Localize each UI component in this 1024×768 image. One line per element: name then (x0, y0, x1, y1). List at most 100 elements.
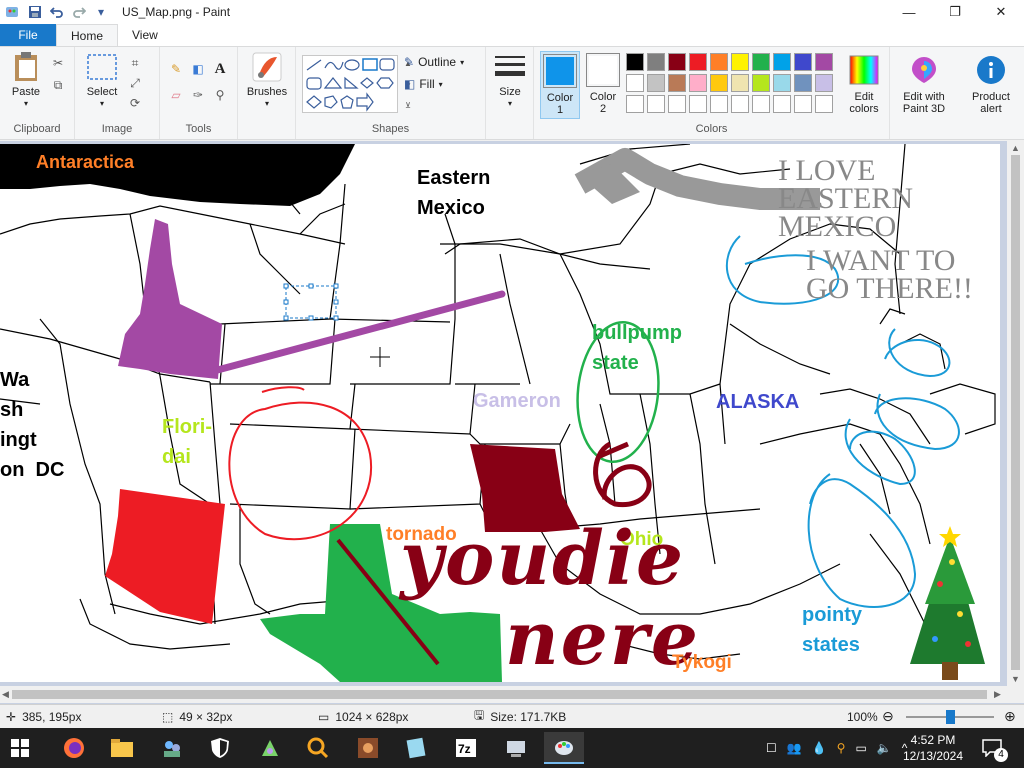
redo-icon[interactable] (70, 3, 88, 21)
copy-icon[interactable]: ⧉ (50, 77, 66, 93)
customize-qat-icon[interactable]: ▾ (92, 3, 110, 21)
maximize-button[interactable]: ❐ (932, 0, 978, 24)
paste-button[interactable]: Paste ▾ (8, 51, 44, 110)
palette-swatch[interactable] (626, 53, 644, 71)
palette-swatch[interactable] (710, 53, 728, 71)
tray-network-icon[interactable]: ▭ (855, 741, 866, 755)
color1-button[interactable]: Color 1 (540, 51, 580, 119)
palette-swatch[interactable] (647, 95, 665, 113)
pencil-icon[interactable]: ✎ (168, 61, 184, 77)
brushes-button[interactable]: Brushes ▾ (244, 51, 290, 110)
palette-swatch[interactable] (710, 95, 728, 113)
palette-swatch[interactable] (773, 74, 791, 92)
edit-colors-button[interactable]: Edit colors (844, 53, 884, 115)
palette-swatch[interactable] (731, 95, 749, 113)
tray-square-icon[interactable]: ☐ (766, 741, 777, 755)
horizontal-scroll-thumb[interactable] (12, 690, 987, 699)
tab-file[interactable]: File (0, 24, 56, 46)
resize-icon[interactable]: ⤢ (127, 75, 143, 91)
brushes-dropdown-icon[interactable]: ▾ (265, 98, 269, 110)
app-icon-computer[interactable] (496, 732, 536, 764)
palette-swatch[interactable] (752, 53, 770, 71)
eraser-icon[interactable]: ▱ (168, 87, 184, 103)
scroll-up-icon[interactable]: ▲ (1011, 143, 1020, 153)
save-icon[interactable] (26, 3, 44, 21)
minimize-button[interactable]: — (886, 0, 932, 24)
palette-swatch[interactable] (668, 95, 686, 113)
palette-swatch[interactable] (794, 74, 812, 92)
palette-swatch[interactable] (815, 74, 833, 92)
cut-icon[interactable]: ✂ (50, 55, 66, 71)
start-button[interactable] (0, 732, 40, 764)
notification-center-button[interactable]: 4 (982, 728, 1008, 768)
palette-swatch[interactable] (815, 95, 833, 113)
text-tool-icon[interactable]: A (212, 61, 228, 77)
zoom-out-icon[interactable]: ⊖ (882, 708, 894, 725)
scroll-down-icon[interactable]: ▼ (1011, 674, 1020, 684)
color2-button[interactable]: Color 2 (584, 53, 622, 115)
palette-swatch[interactable] (647, 74, 665, 92)
select-button[interactable]: Select ▾ (83, 51, 121, 110)
tray-drop-icon[interactable]: 💧 (812, 741, 827, 755)
vertical-scrollbar[interactable]: ▲ ▼ (1007, 141, 1024, 686)
app-icon-notes[interactable] (396, 732, 436, 764)
palette-swatch[interactable] (794, 53, 812, 71)
shield-icon[interactable] (200, 732, 240, 764)
shapes-expand-icon[interactable]: ⊻ (400, 97, 416, 113)
tab-view[interactable]: View (118, 24, 172, 46)
magnifier-icon[interactable]: ⚲ (212, 87, 228, 103)
paste-dropdown-icon[interactable]: ▾ (24, 98, 28, 110)
palette-swatch[interactable] (689, 74, 707, 92)
app-icon-green[interactable] (250, 732, 290, 764)
palette-swatch[interactable] (689, 95, 707, 113)
shapes-gallery[interactable] (302, 55, 398, 113)
fill-button[interactable]: ◧ Fill ▾ (404, 77, 443, 91)
horizontal-scrollbar[interactable]: ◀ ▶ (0, 686, 1024, 703)
file-explorer-icon[interactable] (102, 732, 142, 764)
tab-home[interactable]: Home (56, 24, 119, 46)
vertical-scroll-thumb[interactable] (1011, 155, 1020, 670)
tray-volume-icon[interactable]: 🔈 (877, 741, 892, 755)
close-button[interactable]: ✕ (978, 0, 1024, 24)
palette-swatch[interactable] (731, 74, 749, 92)
scroll-right-icon[interactable]: ▶ (994, 689, 1001, 700)
firefox-icon[interactable] (54, 732, 94, 764)
paint-app-icon[interactable] (4, 3, 22, 21)
edit-with-paint3d-button[interactable]: Edit with Paint 3D (894, 53, 954, 115)
paint-taskbar-icon[interactable] (544, 732, 584, 764)
size-button[interactable]: Size ▾ (492, 51, 528, 110)
crop-icon[interactable]: ⌗ (127, 55, 143, 71)
palette-swatch[interactable] (752, 74, 770, 92)
palette-swatch[interactable] (794, 95, 812, 113)
palette-swatch[interactable] (710, 74, 728, 92)
palette-swatch[interactable] (752, 95, 770, 113)
palette-swatch[interactable] (668, 53, 686, 71)
scroll-left-icon[interactable]: ◀ (2, 689, 9, 700)
zoom-slider-knob[interactable] (946, 710, 955, 724)
palette-swatch[interactable] (815, 53, 833, 71)
undo-icon[interactable] (48, 3, 66, 21)
color-picker-icon[interactable]: ✑ (190, 87, 206, 103)
7zip-icon[interactable]: 7z (446, 732, 486, 764)
search-magnifier-icon[interactable] (298, 732, 338, 764)
app-icon-photo[interactable] (348, 732, 388, 764)
tray-search-icon[interactable]: ⚲ (837, 741, 846, 755)
palette-swatch[interactable] (773, 53, 791, 71)
product-alert-button[interactable]: Product alert (962, 53, 1020, 115)
zoom-in-icon[interactable]: ⊕ (1004, 708, 1016, 725)
palette-swatch[interactable] (626, 74, 644, 92)
palette-swatch[interactable] (626, 95, 644, 113)
outline-button[interactable]: ✎ Outline ▾ (404, 55, 464, 69)
palette-swatch[interactable] (731, 53, 749, 71)
app-icon-people[interactable] (152, 732, 192, 764)
drawing-canvas[interactable]: Antaractica Eastern Mexico I LOVE EASTER… (0, 144, 1000, 682)
palette-swatch[interactable] (689, 53, 707, 71)
palette-swatch[interactable] (773, 95, 791, 113)
palette-swatch[interactable] (668, 74, 686, 92)
select-dropdown-icon[interactable]: ▾ (100, 98, 104, 110)
fill-bucket-icon[interactable]: ◧ (190, 61, 206, 77)
tray-people-icon[interactable]: 👥 (787, 741, 802, 755)
palette-swatch[interactable] (647, 53, 665, 71)
taskbar-clock[interactable]: 4:52 PM 12/13/2024 (900, 732, 966, 764)
rotate-icon[interactable]: ⟳ (127, 95, 143, 111)
